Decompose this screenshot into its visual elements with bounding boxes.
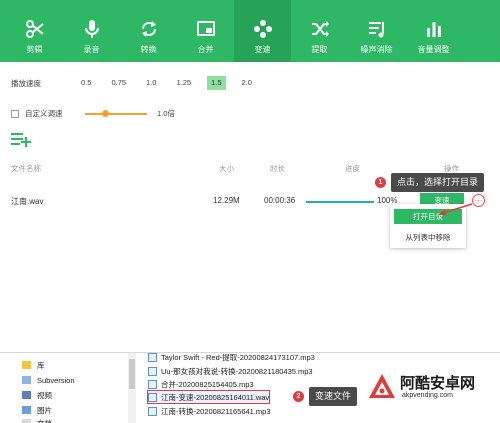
vertical-scrollbar[interactable] — [128, 353, 136, 423]
custom-speed-slider[interactable] — [85, 109, 147, 119]
tree-item[interactable]: Subversion — [22, 374, 75, 386]
step-badge: 1 — [375, 177, 386, 188]
add-to-list-icon[interactable] — [10, 131, 32, 147]
speed-icon — [252, 18, 274, 40]
audio-file-icon — [148, 406, 157, 416]
merge-icon — [195, 18, 217, 40]
tree-item-label: Subversion — [37, 375, 75, 385]
audio-file-icon — [148, 366, 157, 376]
audio-file-icon — [148, 392, 157, 402]
speed-option[interactable]: 0.5 — [77, 76, 95, 90]
tool-speed-label: 变速 — [254, 45, 271, 54]
audio-file-icon — [148, 352, 157, 362]
col-size: 大小 — [219, 164, 234, 173]
scrollbar-thumb[interactable] — [129, 359, 135, 389]
col-progress: 进度 — [345, 164, 360, 173]
audio-file-icon — [148, 379, 157, 389]
watermark-title: 阿酷安卓网 — [400, 375, 476, 392]
tool-convert[interactable]: 转换 — [120, 0, 177, 62]
custom-speed-row: 自定义调速 1.0倍 — [11, 108, 175, 119]
tool-convert-label: 转换 — [140, 45, 157, 54]
picture-icon — [22, 406, 31, 414]
tool-record-label: 录音 — [83, 45, 100, 54]
tool-volume-label: 音量调整 — [417, 45, 450, 54]
file-duration: 00:00:36 — [264, 196, 296, 205]
tree-item-label: 库 — [37, 360, 45, 370]
speed-option[interactable]: 2.0 — [238, 76, 256, 90]
file-item-label: 江南-变速-20200825164011.wav — [161, 392, 270, 402]
microphone-icon — [81, 18, 103, 40]
tool-merge-label: 合并 — [197, 45, 214, 54]
watermark-logo-icon — [369, 374, 395, 398]
speed-row: 播放速度 0.5 0.75 1.0 1.25 1.5 2.0 — [11, 76, 268, 90]
document-icon — [22, 419, 31, 423]
file-item-label: 合并-20200825154405.mp3 — [161, 379, 254, 389]
tool-record[interactable]: 录音 — [63, 0, 120, 62]
tool-extract[interactable]: 提取 — [291, 0, 348, 62]
speed-option-selected[interactable]: 1.5 — [207, 76, 226, 90]
callout-arrow-icon — [438, 203, 473, 215]
noise-icon — [366, 18, 388, 40]
tree-item-label: 图片 — [37, 405, 52, 415]
library-icon — [22, 361, 31, 369]
file-item[interactable]: Taylor Swift - Red-提取-20200824173107.mp3 — [148, 351, 315, 363]
file-size: 12.29M — [213, 196, 240, 205]
extract-icon — [309, 18, 331, 40]
tree-item[interactable]: 文档 — [22, 417, 52, 423]
tool-volume[interactable]: 音量调整 — [405, 0, 462, 62]
step-badge: 2 — [293, 391, 304, 402]
tool-noise[interactable]: 噪声消除 — [348, 0, 405, 62]
tool-cut[interactable]: 剪辑 — [6, 0, 63, 62]
custom-speed-value: 1.0倍 — [157, 109, 175, 118]
tool-cut-label: 剪辑 — [26, 45, 43, 54]
progress-bar — [306, 201, 374, 203]
folder-icon — [22, 376, 31, 384]
convert-icon — [138, 18, 160, 40]
file-item-label: Uu-那女孩对我说-转换-20200821180435.mp3 — [161, 366, 313, 376]
custom-speed-label: 自定义调速 — [25, 109, 63, 118]
file-item-label: Taylor Swift - Red-提取-20200824173107.mp3 — [161, 352, 315, 362]
tree-item[interactable]: 视频 — [22, 389, 52, 401]
speed-label: 播放速度 — [11, 78, 41, 88]
tool-merge[interactable]: 合并 — [177, 0, 234, 62]
file-item-label: 江南-转换-20200821165641.mp3 — [161, 406, 271, 416]
speed-option[interactable]: 0.75 — [107, 76, 130, 90]
slider-track — [85, 112, 147, 115]
file-item-highlighted[interactable]: 江南-变速-20200825164011.wav — [146, 390, 271, 404]
file-item[interactable]: 合并-20200825154405.mp3 — [148, 378, 254, 390]
step-tooltip: 点击，选择打开目录 — [391, 173, 485, 192]
tool-noise-label: 噪声消除 — [360, 45, 393, 54]
explorer-tree: 库 Subversion 视频 图片 文档 — [8, 353, 130, 423]
tool-speed[interactable]: 变速 — [234, 0, 291, 62]
slider-knob[interactable] — [102, 109, 110, 117]
col-duration: 时长 — [270, 164, 285, 173]
speed-option[interactable]: 1.0 — [142, 76, 160, 90]
col-name: 文件名称 — [11, 164, 41, 173]
custom-speed-checkbox[interactable] — [11, 109, 19, 118]
step-tooltip: 变速文件 — [309, 387, 358, 406]
scissors-icon — [24, 18, 46, 40]
file-item[interactable]: 江南-转换-20200821165641.mp3 — [148, 405, 271, 417]
remove-from-list-item[interactable]: 从列表中移除 — [394, 232, 462, 244]
tool-extract-label: 提取 — [311, 45, 328, 54]
tree-item-label: 文档 — [37, 418, 52, 423]
video-icon — [22, 391, 31, 399]
file-name: 江南.wav — [11, 197, 44, 206]
tree-item-label: 视频 — [37, 390, 52, 400]
watermark-url: akpvending.com — [402, 392, 453, 399]
speed-option[interactable]: 1.25 — [172, 76, 195, 90]
tree-item[interactable]: 库 — [22, 359, 45, 371]
file-item[interactable]: Uu-那女孩对我说-转换-20200821180435.mp3 — [148, 365, 313, 377]
main-toolbar: 剪辑 录音 转换 合并 变速 提取 噪声消除 音量调整 — [0, 0, 500, 62]
watermark: 阿酷安卓网 akpvending.com — [362, 368, 500, 423]
tree-item[interactable]: 图片 — [22, 404, 52, 416]
volume-icon — [423, 18, 445, 40]
